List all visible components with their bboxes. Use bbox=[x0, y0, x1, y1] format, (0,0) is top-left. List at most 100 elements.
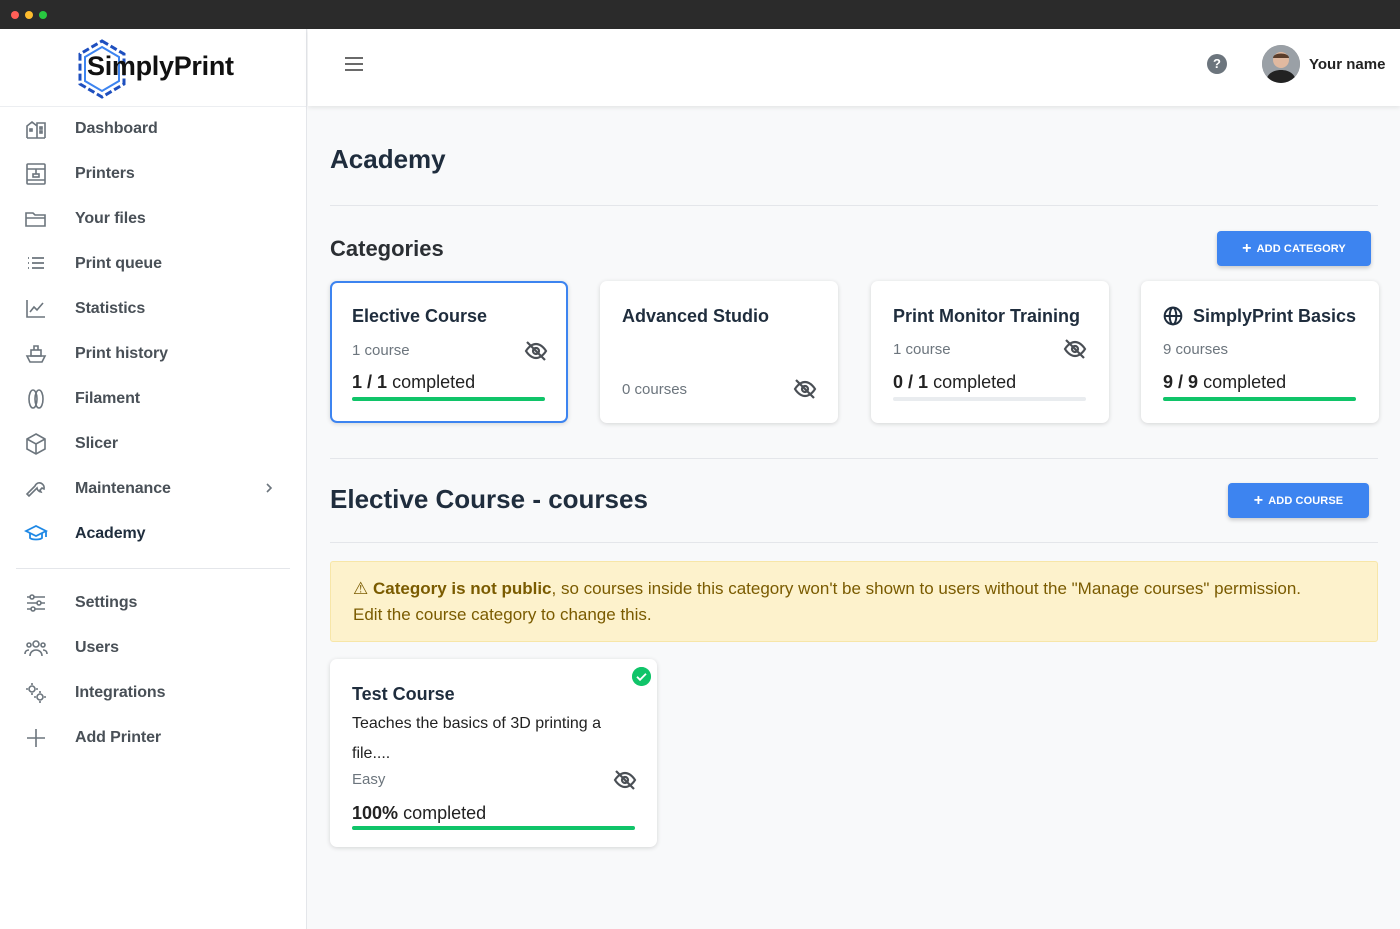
sidebar-item-statistics[interactable]: Statistics bbox=[0, 287, 306, 332]
category-card-advanced-studio[interactable]: Advanced Studio 0 courses bbox=[600, 281, 838, 423]
completed-count: 1 bbox=[352, 372, 363, 392]
completed-count: 9 bbox=[1163, 372, 1174, 392]
gears-icon bbox=[26, 683, 46, 703]
main-nav: Dashboard Printers Your files Print queu… bbox=[0, 107, 306, 557]
category-card-elective-course[interactable]: Elective Course 1 course 1 / 1 completed bbox=[330, 281, 568, 423]
category-card-simplyprint-basics[interactable]: SimplyPrint Basics 9 courses 9 / 9 compl… bbox=[1141, 281, 1379, 423]
warning-text: , so courses inside this category won't … bbox=[551, 579, 1302, 598]
progress-bar bbox=[352, 397, 545, 401]
add-course-button[interactable]: + Add course bbox=[1228, 483, 1369, 518]
sidebar-item-printers[interactable]: Printers bbox=[0, 152, 306, 197]
progress-fill bbox=[352, 397, 545, 401]
category-course-count: 1 course bbox=[352, 342, 410, 359]
wrench-icon bbox=[25, 482, 45, 498]
sidebar-item-label: Academy bbox=[75, 525, 146, 542]
courses-title: Elective Course - courses bbox=[330, 484, 648, 514]
minimize-window-button[interactable] bbox=[25, 11, 33, 19]
plus-icon: + bbox=[1253, 491, 1264, 509]
sidebar-item-maintenance[interactable]: Maintenance bbox=[0, 467, 306, 512]
printer-icon bbox=[26, 163, 46, 185]
completed-count: 0 bbox=[893, 372, 904, 392]
sidebar-item-academy[interactable]: Academy bbox=[0, 512, 306, 557]
category-title: SimplyPrint Basics bbox=[1193, 306, 1357, 326]
plus-icon bbox=[27, 729, 45, 747]
progress-bar bbox=[893, 397, 1086, 401]
completed-label: completed bbox=[392, 372, 476, 392]
category-course-count: 1 course bbox=[893, 341, 951, 358]
progress-bar bbox=[1163, 397, 1356, 401]
category-progress-text: 1 / 1 completed bbox=[352, 372, 476, 392]
not-public-warning: ⚠ Category is not public, so courses ins… bbox=[330, 561, 1378, 642]
sidebar-item-label: Filament bbox=[75, 390, 140, 407]
cube-icon bbox=[26, 433, 46, 455]
dashboard-icon bbox=[26, 120, 46, 139]
add-category-button[interactable]: + Add category bbox=[1217, 231, 1371, 266]
category-course-count: 0 courses bbox=[622, 381, 688, 398]
user-photo-icon bbox=[1262, 45, 1300, 83]
avatar[interactable] bbox=[1262, 45, 1300, 83]
sidebar-item-add-printer[interactable]: Add Printer bbox=[0, 716, 306, 761]
total-count: 1 bbox=[377, 372, 388, 392]
check-circle-icon bbox=[632, 667, 651, 686]
course-difficulty: Easy bbox=[352, 771, 386, 788]
window-titlebar bbox=[0, 0, 1400, 29]
total-count: 9 bbox=[1188, 372, 1199, 392]
chevron-right-icon bbox=[266, 483, 273, 493]
sidebar-item-users[interactable]: Users bbox=[0, 626, 306, 671]
progress-fill bbox=[1163, 397, 1356, 401]
maximize-window-button[interactable] bbox=[39, 11, 47, 19]
add-category-label: Add category bbox=[1256, 242, 1346, 255]
brand-name: SimplyPrint bbox=[87, 51, 234, 81]
warning-bold-text: Category is not public bbox=[372, 579, 552, 598]
help-icon[interactable]: ? bbox=[1207, 54, 1227, 74]
progress-fill bbox=[352, 826, 635, 830]
category-course-count: 9 courses bbox=[1163, 341, 1229, 358]
topbar: ? Your name bbox=[308, 29, 1400, 106]
divider bbox=[330, 458, 1378, 459]
folder-icon bbox=[25, 212, 46, 227]
category-title: Advanced Studio bbox=[622, 306, 770, 326]
sidebar-item-label: Printers bbox=[75, 165, 135, 182]
sidebar-item-slicer[interactable]: Slicer bbox=[0, 422, 306, 467]
category-card-print-monitor-training[interactable]: Print Monitor Training 1 course 0 / 1 co… bbox=[871, 281, 1109, 423]
completed-label: completed bbox=[933, 372, 1017, 392]
course-description: Teaches the basics of 3D printing a file… bbox=[352, 715, 602, 762]
category-progress-text: 9 / 9 completed bbox=[1163, 372, 1287, 392]
sidebar-item-dashboard[interactable]: Dashboard bbox=[0, 107, 306, 152]
history-icon bbox=[25, 345, 47, 363]
course-percent: 100% bbox=[352, 803, 399, 823]
course-card-test-course[interactable]: Test Course Teaches the basics of 3D pri… bbox=[330, 659, 657, 847]
sidebar-item-filament[interactable]: Filament bbox=[0, 377, 306, 422]
sidebar-item-your-files[interactable]: Your files bbox=[0, 197, 306, 242]
sidebar-item-label: Add Printer bbox=[75, 729, 162, 746]
logo[interactable]: SimplyPrint bbox=[0, 29, 306, 107]
user-name[interactable]: Your name bbox=[1309, 56, 1385, 73]
sidebar-item-label: Settings bbox=[75, 594, 138, 611]
sidebar-item-label: Statistics bbox=[75, 300, 146, 317]
chart-icon bbox=[26, 300, 45, 318]
warning-icon: ⚠ bbox=[353, 579, 369, 598]
page-title: Academy bbox=[330, 144, 446, 174]
secondary-nav: Settings Users Integrations Add Printer bbox=[0, 581, 306, 761]
sidebar-item-label: Maintenance bbox=[75, 480, 171, 497]
sidebar-item-label: Integrations bbox=[75, 684, 166, 701]
sliders-icon bbox=[27, 594, 45, 612]
hamburger-menu-icon[interactable] bbox=[344, 56, 364, 72]
sidebar-item-settings[interactable]: Settings bbox=[0, 581, 306, 626]
list-icon bbox=[28, 257, 44, 269]
eye-off-icon bbox=[1063, 339, 1087, 359]
sidebar-item-print-history[interactable]: Print history bbox=[0, 332, 306, 377]
category-title: Elective Course bbox=[352, 306, 488, 326]
categories-title: Categories bbox=[330, 236, 444, 261]
sidebar-item-print-queue[interactable]: Print queue bbox=[0, 242, 306, 287]
sidebar-item-integrations[interactable]: Integrations bbox=[0, 671, 306, 716]
add-course-label: Add course bbox=[1268, 494, 1344, 507]
graduation-cap-icon bbox=[24, 524, 48, 541]
globe-icon bbox=[1163, 306, 1183, 326]
sidebar-item-label: Your files bbox=[75, 210, 146, 227]
completed-label: completed bbox=[403, 803, 487, 823]
course-progress-text: 100% completed bbox=[352, 803, 486, 824]
close-window-button[interactable] bbox=[11, 11, 19, 19]
filament-icon bbox=[28, 389, 44, 409]
category-progress-text: 0 / 1 completed bbox=[893, 372, 1017, 392]
